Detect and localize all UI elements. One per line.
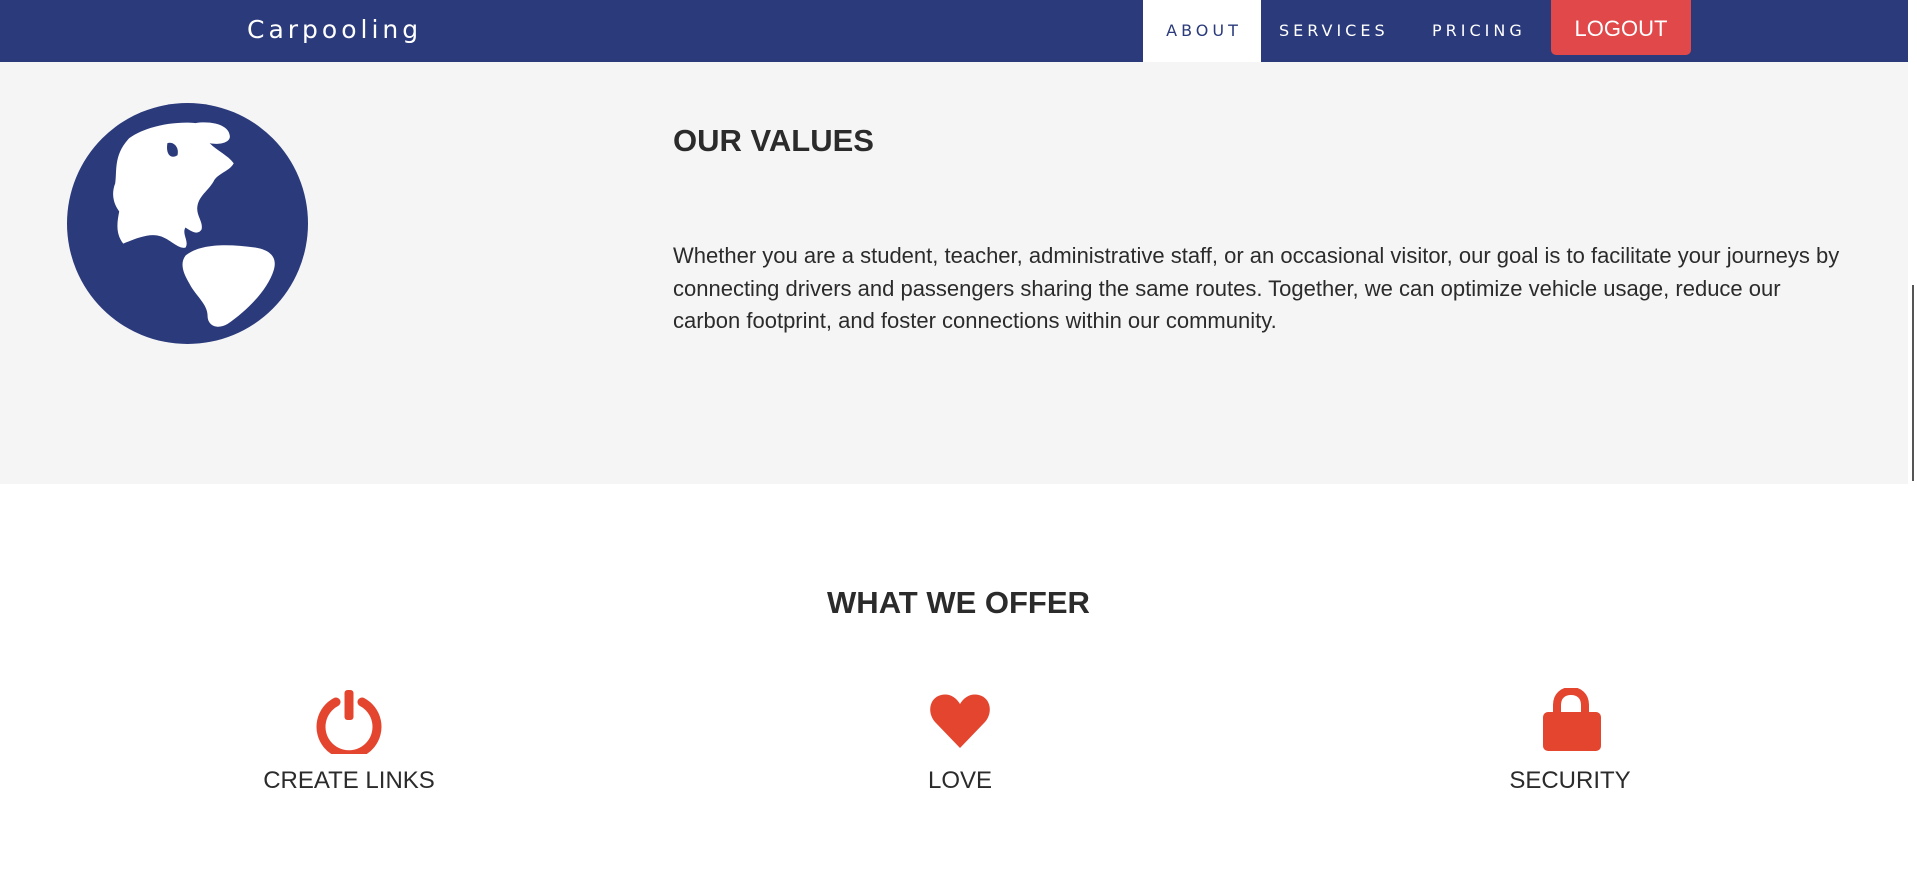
values-section: OUR VALUES Whether you are a student, te… [0, 62, 1917, 484]
power-icon [316, 690, 382, 754]
feature-label-create-links: CREATE LINKS [263, 767, 435, 794]
values-description: Whether you are a student, teacher, admi… [673, 243, 1840, 333]
offer-title: WHAT WE OFFER [827, 585, 1090, 620]
nav-link-pricing[interactable]: PRICING [1432, 0, 1526, 62]
feature-create-links: CREATE LINKS [199, 688, 499, 795]
feature-label-security: SECURITY [1509, 767, 1631, 794]
feature-security: SECURITY [1420, 688, 1720, 795]
top-navbar: Carpooling ABOUT SERVICES PRICING LOGOUT [0, 0, 1917, 62]
logout-button[interactable]: LOGOUT [1551, 0, 1691, 55]
values-title: OUR VALUES [673, 123, 874, 158]
heart-icon [930, 694, 990, 748]
nav-link-services[interactable]: SERVICES [1279, 0, 1389, 62]
brand-logo-link[interactable]: Carpooling [247, 15, 422, 44]
globe-icon [67, 103, 308, 344]
feature-label-love: LOVE [927, 767, 993, 794]
nav-link-about[interactable]: ABOUT [1143, 0, 1261, 62]
feature-love: LOVE [810, 688, 1110, 795]
page-scrollbar-thumb[interactable] [1912, 285, 1914, 481]
lock-icon [1543, 688, 1601, 751]
